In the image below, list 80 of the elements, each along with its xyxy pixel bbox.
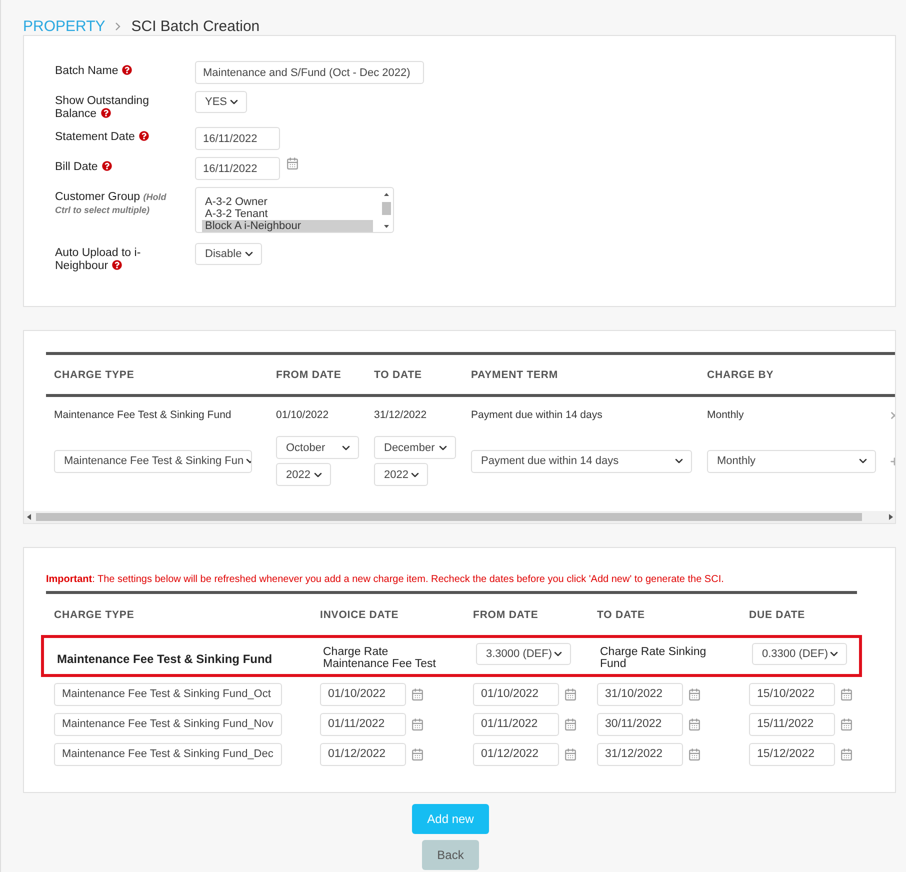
date-field[interactable]: 01/10/2022 <box>473 682 559 706</box>
date-field[interactable]: 31/12/2022 <box>597 742 683 766</box>
table-cell: Maintenance Fee Test & Sinking Fund <box>54 409 232 421</box>
text-field[interactable]: 16/11/2022 <box>195 127 280 150</box>
date-field[interactable]: 01/12/2022 <box>473 742 559 766</box>
calendar-icon[interactable] <box>411 748 424 760</box>
date-field[interactable]: 16/11/2022 <box>195 157 280 180</box>
date-field[interactable]: 30/11/2022 <box>597 712 683 736</box>
text-field[interactable]: Maintenance Fee Test & Sinking Fund_Nov <box>54 712 282 736</box>
rate-label: Charge Rate Sinking Fund <box>600 646 708 670</box>
field-label: Auto Upload to i-Neighbour <box>55 247 142 272</box>
dropdown[interactable]: 0.3300 (DEF) <box>752 643 847 665</box>
date-field[interactable]: 15/10/2022 <box>749 682 835 706</box>
dropdown[interactable]: Maintenance Fee Test & Sinking Fun <box>54 450 252 472</box>
field-label: Bill Date <box>55 161 173 174</box>
text-field[interactable]: Maintenance and S/Fund (Oct - Dec 2022) <box>195 61 424 84</box>
column-header: PAYMENT TERM <box>471 368 558 380</box>
dropdown[interactable]: October <box>276 436 359 459</box>
calendar-icon[interactable] <box>840 748 853 760</box>
back-button[interactable]: Back <box>422 840 479 870</box>
help-icon[interactable] <box>100 108 111 118</box>
column-header: TO DATE <box>374 368 422 380</box>
date-field[interactable]: 01/10/2022 <box>320 682 406 706</box>
help-icon[interactable] <box>138 131 149 141</box>
dropdown[interactable]: 2022 <box>276 463 331 486</box>
calendar-icon[interactable] <box>564 718 577 730</box>
calendar-icon[interactable] <box>840 688 853 700</box>
help-icon[interactable] <box>102 161 112 171</box>
column-header: INVOICE DATE <box>320 608 399 620</box>
horizontal-scrollbar[interactable] <box>24 511 895 523</box>
column-header: CHARGE TYPE <box>54 608 134 620</box>
list-option[interactable]: Block A i-Neighbour <box>202 220 373 232</box>
dropdown[interactable]: December <box>374 436 456 459</box>
date-field[interactable]: 01/11/2022 <box>473 712 559 736</box>
warning-notice: Important: The settings below will be refreshed whenever you add a new charge item. Recheck the dates before you click 'Add new' to generate the SCI. <box>46 574 725 585</box>
dropdown[interactable]: Monthly <box>707 450 876 472</box>
date-field[interactable]: 15/12/2022 <box>749 742 835 766</box>
text-field[interactable]: Maintenance Fee Test & Sinking Fund_Dec <box>54 742 282 766</box>
calendar-icon[interactable] <box>688 718 701 730</box>
field-label: Customer Group (Hold Ctrl to select multiple) <box>55 191 168 216</box>
page-title: SCI Batch Creation <box>131 18 260 34</box>
table-cell: 31/12/2022 <box>374 409 427 421</box>
date-field[interactable]: 31/10/2022 <box>597 682 683 706</box>
calendar-icon[interactable] <box>840 718 853 730</box>
calendar-icon[interactable] <box>411 718 424 730</box>
charge-type-label: Maintenance Fee Test & Sinking Fund <box>57 651 272 666</box>
field-label: Batch Name <box>55 65 173 78</box>
column-header: FROM DATE <box>276 368 342 380</box>
chevron-right-icon <box>115 22 122 30</box>
date-field[interactable]: 15/11/2022 <box>749 712 835 736</box>
rate-label: Charge Rate Maintenance Fee Test <box>323 646 437 670</box>
field-label: Show Outstanding Balance <box>55 95 150 120</box>
table-cell: Payment due within 14 days <box>471 409 602 421</box>
column-header: CHARGE BY <box>707 368 774 380</box>
multi-select-list[interactable]: A-3-2 Owner A-3-2 Tenant Block A i-Neighbour <box>195 187 394 233</box>
table-cell: 01/10/2022 <box>276 409 329 421</box>
calendar-icon[interactable] <box>688 688 701 700</box>
help-icon[interactable] <box>122 65 132 75</box>
dropdown[interactable]: 3.3000 (DEF) <box>476 643 571 665</box>
field-label: Statement Date <box>55 131 173 144</box>
dropdown[interactable]: YES <box>195 91 247 113</box>
column-header: FROM DATE <box>473 608 538 620</box>
calendar-icon[interactable] <box>411 688 424 700</box>
column-header: DUE DATE <box>749 608 806 620</box>
dropdown[interactable]: Disable <box>195 243 262 265</box>
help-icon[interactable] <box>112 260 122 270</box>
calendar-icon[interactable] <box>564 688 577 700</box>
dropdown[interactable]: 2022 <box>374 463 428 486</box>
table-cell: Monthly <box>707 409 744 421</box>
calendar-icon[interactable] <box>286 157 299 170</box>
dropdown[interactable]: Payment due within 14 days <box>471 450 692 472</box>
calendar-icon[interactable] <box>564 748 577 760</box>
date-field[interactable]: 01/12/2022 <box>320 742 406 766</box>
list-option[interactable]: A-3-2 Owner <box>202 196 373 208</box>
column-header: TO DATE <box>597 608 645 620</box>
column-header: CHARGE TYPE <box>54 368 134 380</box>
date-field[interactable]: 01/11/2022 <box>320 712 406 736</box>
calendar-icon[interactable] <box>688 748 701 760</box>
list-option[interactable]: A-3-2 Tenant <box>202 208 373 220</box>
text-field[interactable]: Maintenance Fee Test & Sinking Fund_Oct <box>54 682 282 706</box>
